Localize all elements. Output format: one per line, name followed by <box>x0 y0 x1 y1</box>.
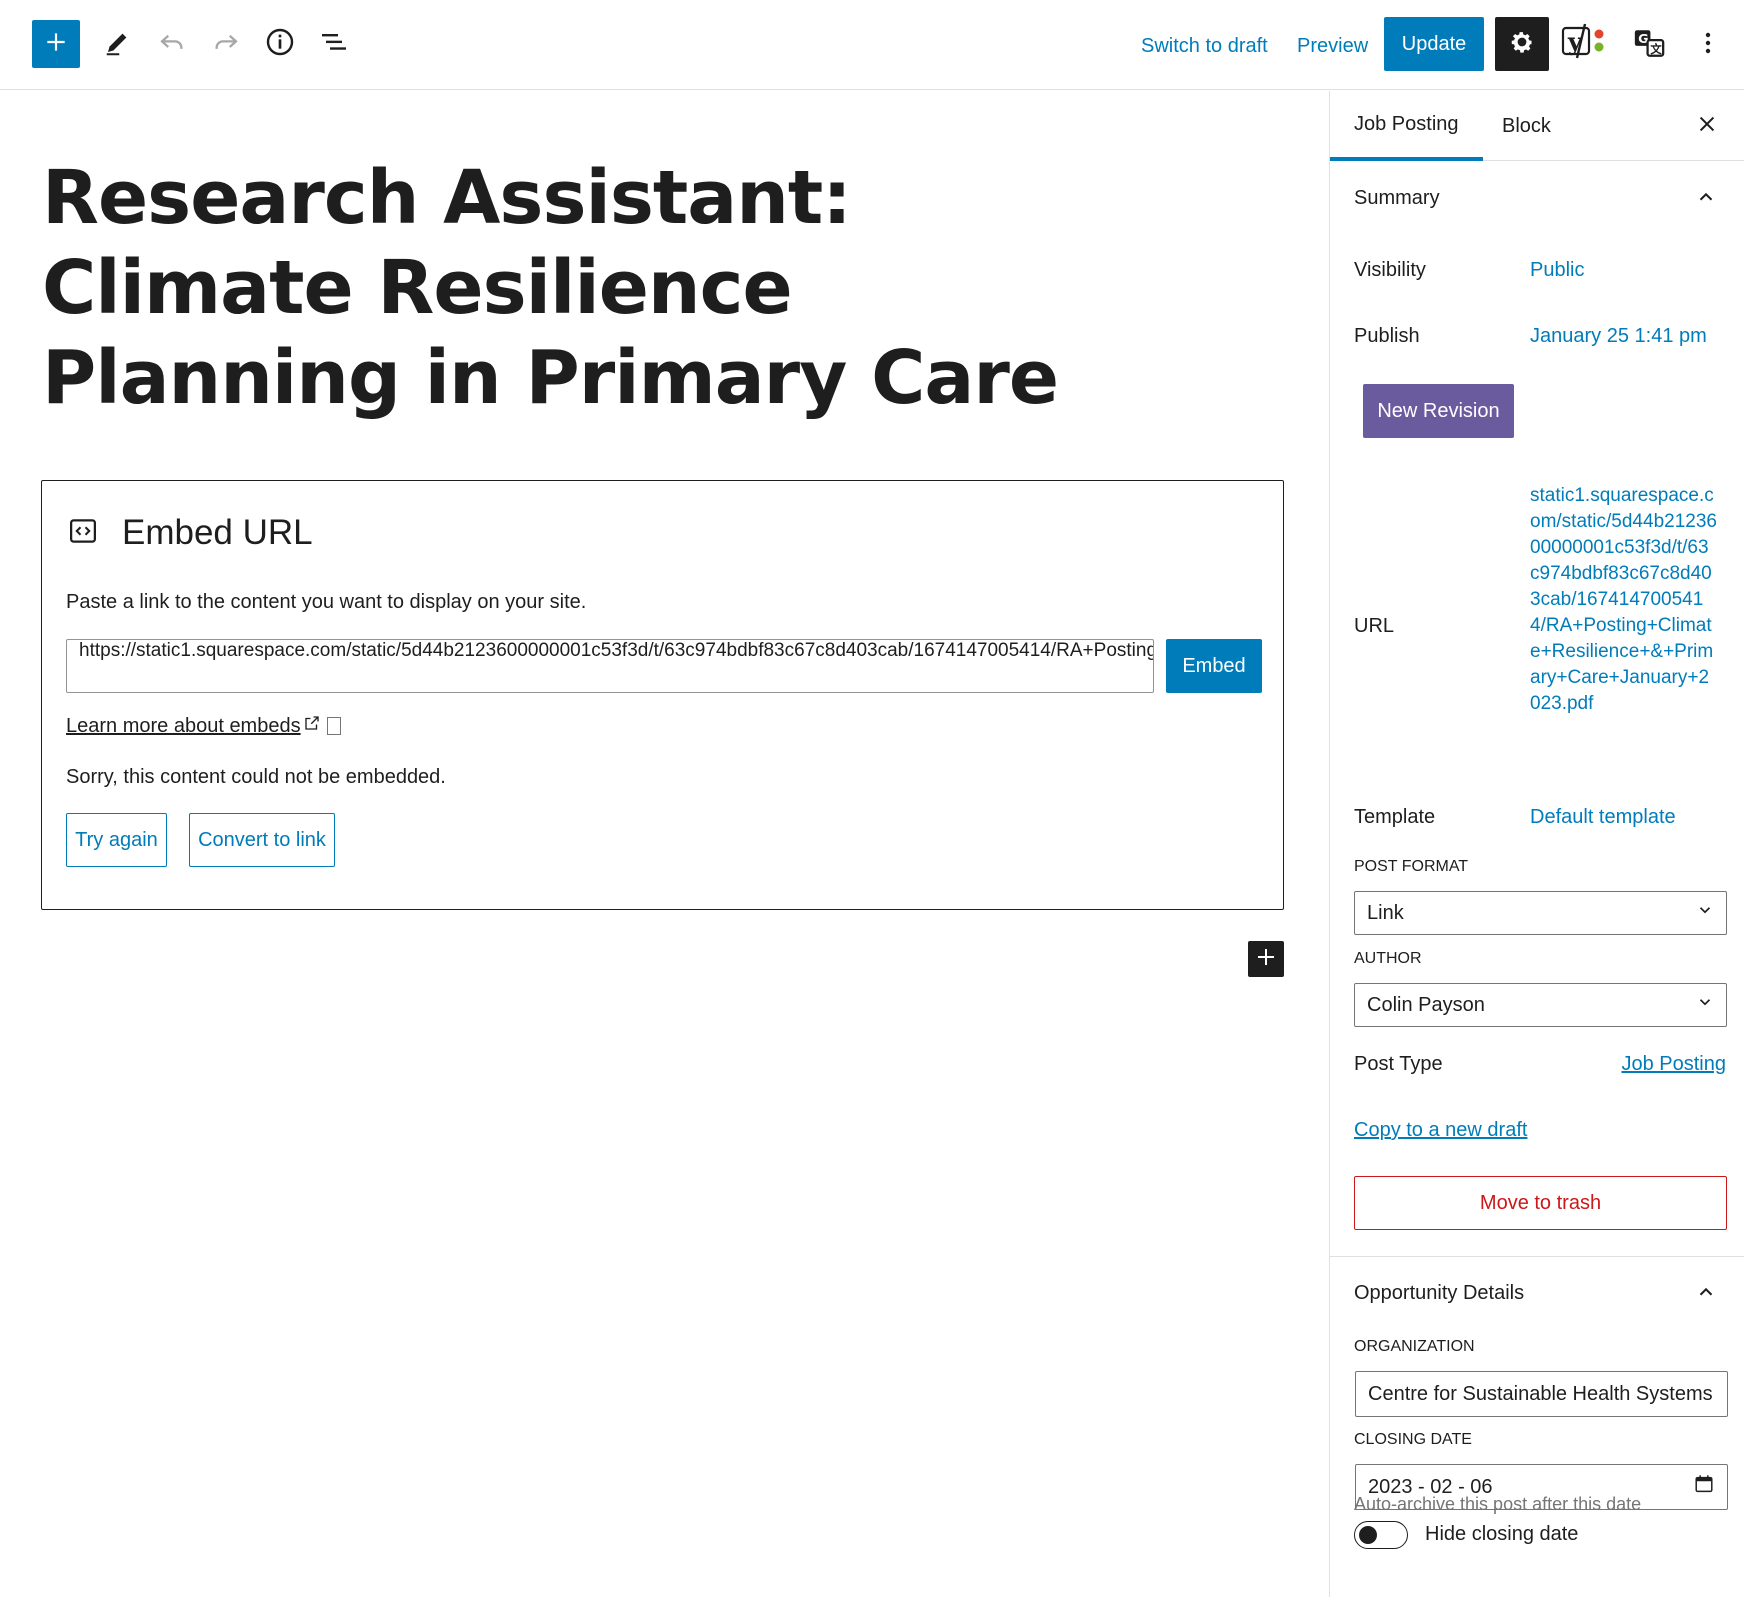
yoast-icon: y <box>1559 22 1609 67</box>
summary-collapse-toggle[interactable] <box>1692 185 1720 213</box>
editor-canvas: Research Assistant: Climate Resilience P… <box>0 91 1328 1597</box>
gear-icon <box>1507 27 1537 62</box>
summary-panel-title[interactable]: Summary <box>1354 187 1440 210</box>
new-revision-button[interactable]: New Revision <box>1363 384 1514 438</box>
embed-url-input[interactable]: https://static1.squarespace.com/static/5… <box>66 639 1154 693</box>
embed-error-message: Sorry, this content could not be embedde… <box>66 766 446 788</box>
tab-block[interactable]: Block <box>1478 91 1575 161</box>
visibility-value[interactable]: Public <box>1530 259 1584 282</box>
add-block-button[interactable] <box>1248 941 1284 977</box>
post-format-select[interactable]: Link <box>1354 891 1727 935</box>
close-sidebar-button[interactable] <box>1689 108 1725 144</box>
list-view-button[interactable] <box>314 24 354 64</box>
redo-icon <box>211 27 241 62</box>
external-link-icon <box>303 714 321 738</box>
try-again-button[interactable]: Try again <box>66 813 167 867</box>
undo-button[interactable] <box>152 24 192 64</box>
preview-button[interactable]: Preview <box>1297 28 1368 64</box>
author-label: AUTHOR <box>1354 950 1422 967</box>
post-type-link[interactable]: Job Posting <box>1621 1053 1726 1076</box>
switch-to-draft-button[interactable]: Switch to draft <box>1141 28 1268 64</box>
pencil-icon <box>103 27 133 62</box>
plus-icon <box>43 29 69 60</box>
toggle-knob <box>1359 1526 1377 1544</box>
settings-button[interactable] <box>1495 17 1549 71</box>
post-format-label: POST FORMAT <box>1354 858 1469 875</box>
embed-block[interactable]: Embed URL Paste a link to the content yo… <box>41 480 1284 910</box>
embed-button[interactable]: Embed <box>1166 639 1262 693</box>
panel-divider <box>1330 1256 1744 1257</box>
organization-label: ORGANIZATION <box>1354 1338 1475 1355</box>
author-select[interactable]: Colin Payson <box>1354 983 1727 1027</box>
embed-instructions: Paste a link to the content you want to … <box>66 591 587 613</box>
undo-icon <box>157 27 187 62</box>
visibility-label: Visibility <box>1354 259 1426 281</box>
post-title[interactable]: Research Assistant: Climate Resilience P… <box>42 153 1162 423</box>
learn-more-label: Learn more about embeds <box>66 714 301 737</box>
template-value[interactable]: Default template <box>1530 806 1676 829</box>
options-button[interactable] <box>1690 24 1726 66</box>
url-value[interactable]: static1.squarespace.com/static/5d44b2123… <box>1530 483 1718 717</box>
translate-button[interactable]: G文 <box>1628 24 1670 66</box>
organization-value: Centre for Sustainable Health Systems <box>1368 1382 1713 1405</box>
embed-header: Embed URL <box>68 513 313 553</box>
opportunity-collapse-toggle[interactable] <box>1692 1280 1720 1308</box>
close-icon <box>1696 113 1718 140</box>
details-button[interactable] <box>260 24 300 64</box>
closing-date-help: Auto-archive this post after this date <box>1354 1494 1642 1514</box>
post-type-label: Post Type <box>1354 1053 1443 1075</box>
hide-closing-date-toggle[interactable] <box>1354 1521 1408 1549</box>
publish-date-value[interactable]: January 25 1:41 pm <box>1530 325 1707 348</box>
settings-sidebar: Job Posting Block Summary Visibility Pub… <box>1329 91 1744 1597</box>
list-view-icon <box>318 26 350 63</box>
convert-to-link-button[interactable]: Convert to link <box>189 813 335 867</box>
url-label: URL <box>1354 615 1395 637</box>
calendar-icon[interactable] <box>1693 1473 1715 1501</box>
closing-date-label: CLOSING DATE <box>1354 1431 1472 1448</box>
sidebar-tabs: Job Posting Block <box>1330 91 1744 161</box>
embed-title: Embed URL <box>122 513 313 552</box>
tools-button[interactable] <box>98 24 138 64</box>
update-button[interactable]: Update <box>1384 17 1484 71</box>
plus-icon <box>1254 945 1278 974</box>
editor-toolbar: Switch to draft Preview Update y G文 <box>0 0 1744 90</box>
template-label: Template <box>1354 806 1436 828</box>
keyboard-hint-icon <box>326 717 341 735</box>
tab-job-posting[interactable]: Job Posting <box>1330 91 1483 161</box>
redo-button[interactable] <box>206 24 246 64</box>
chevron-down-icon <box>1696 901 1714 925</box>
copy-to-draft-link[interactable]: Copy to a new draft <box>1354 1119 1527 1142</box>
svg-text:文: 文 <box>1650 41 1662 55</box>
yoast-button[interactable]: y <box>1558 22 1610 66</box>
info-icon <box>264 26 296 63</box>
block-inserter-button[interactable] <box>32 20 80 68</box>
author-selected: Colin Payson <box>1367 993 1485 1016</box>
more-vertical-icon <box>1696 27 1720 64</box>
hide-closing-date-label: Hide closing date <box>1425 1523 1579 1545</box>
embed-code-icon <box>68 516 98 551</box>
opportunity-panel-title[interactable]: Opportunity Details <box>1354 1282 1524 1305</box>
chevron-up-icon <box>1695 1281 1717 1308</box>
publish-label: Publish <box>1354 325 1420 347</box>
chevron-down-icon <box>1696 993 1714 1017</box>
chevron-up-icon <box>1695 186 1717 213</box>
learn-more-link[interactable]: Learn more about embeds <box>66 714 341 738</box>
translate-icon: G文 <box>1632 26 1666 65</box>
organization-input[interactable]: Centre for Sustainable Health Systems <box>1355 1371 1728 1417</box>
move-to-trash-button[interactable]: Move to trash <box>1354 1176 1727 1230</box>
post-format-selected: Link <box>1367 901 1404 924</box>
